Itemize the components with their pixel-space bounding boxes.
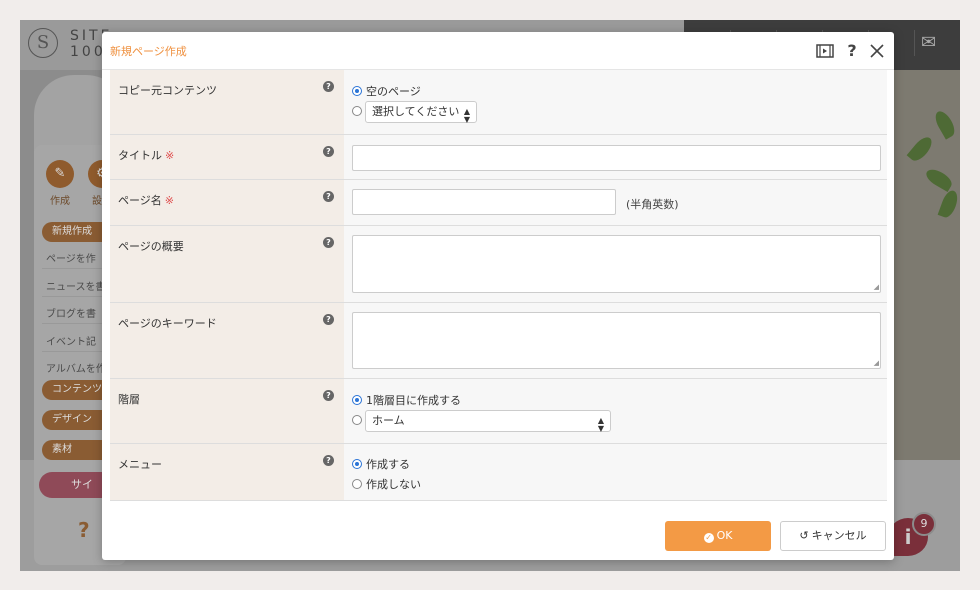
- close-icon[interactable]: [868, 41, 886, 63]
- radio-parent-select[interactable]: [352, 415, 366, 425]
- background-menu-item: アルバムを作: [46, 364, 106, 375]
- row-page-name: ページ名 ※ ? (半角英数): [110, 180, 887, 226]
- question-icon[interactable]: ?: [323, 314, 334, 325]
- background-mail-icon: ✉: [914, 30, 942, 56]
- question-icon[interactable]: ?: [323, 455, 334, 466]
- question-icon[interactable]: ?: [323, 390, 334, 401]
- dialog-title: 新規ページ作成: [110, 45, 187, 58]
- radio-unselected-icon[interactable]: [352, 415, 362, 425]
- radio-selected-icon[interactable]: [352, 86, 362, 96]
- page-name-hint: (半角英数): [626, 198, 679, 211]
- cancel-button[interactable]: ↺ キャンセル: [780, 521, 886, 551]
- background-plant-image: [892, 70, 960, 480]
- row-menu: メニュー ? 作成する 作成しない: [110, 444, 887, 501]
- background-menu-item: ニュースを書: [46, 282, 106, 293]
- resize-grip-icon[interactable]: ◢: [874, 360, 879, 367]
- radio-unselected-icon[interactable]: [352, 479, 362, 489]
- summary-label: ページの概要: [118, 240, 184, 253]
- radio-copy-select[interactable]: [352, 106, 366, 116]
- row-summary: ページの概要 ? ◢: [110, 226, 887, 303]
- parent-page-select[interactable]: ホーム ▲ ▼: [365, 410, 611, 433]
- new-page-dialog: 新規ページ作成 ? コピー元コンテンツ ? 空のページ 選択してください ▲ ▼…: [102, 32, 894, 560]
- menu-label: メニュー: [118, 458, 162, 471]
- row-title: タイトル ※ ?: [110, 135, 887, 180]
- undo-icon: ↺: [799, 529, 809, 542]
- question-icon[interactable]: ?: [323, 146, 334, 157]
- page-name-input[interactable]: [352, 189, 616, 215]
- question-icon[interactable]: ?: [323, 81, 334, 92]
- help-icon[interactable]: ?: [844, 41, 860, 61]
- title-input[interactable]: [352, 145, 881, 171]
- ok-button[interactable]: ✓ OK: [665, 521, 771, 551]
- row-keywords: ページのキーワード ? ◢: [110, 303, 887, 379]
- row-copy-source: コピー元コンテンツ ? 空のページ 選択してください ▲ ▼: [110, 70, 887, 135]
- summary-textarea[interactable]: ◢: [352, 235, 881, 293]
- radio-selected-icon[interactable]: [352, 459, 362, 469]
- background-help-icon: ?: [78, 518, 90, 542]
- hierarchy-label: 階層: [118, 393, 140, 406]
- background-tool-label: 作成: [50, 196, 70, 207]
- required-mark: ※: [165, 149, 175, 162]
- background-pen-icon: ✎: [46, 160, 74, 188]
- question-icon[interactable]: ?: [323, 237, 334, 248]
- dialog-footer: ✓ OK ↺ キャンセル: [102, 512, 894, 560]
- copy-source-select[interactable]: 選択してください ▲ ▼: [365, 101, 477, 124]
- radio-no-menu[interactable]: 作成しない: [352, 476, 421, 492]
- background-tool-label: 設: [92, 196, 102, 207]
- radio-blank-page[interactable]: 空のページ: [352, 83, 421, 99]
- row-hierarchy: 階層 ? 1階層目に作成する ホーム ▲ ▼: [110, 379, 887, 444]
- radio-selected-icon[interactable]: [352, 395, 362, 405]
- copy-source-label: コピー元コンテンツ: [118, 84, 217, 97]
- keywords-label: ページのキーワード: [118, 317, 217, 330]
- check-circle-icon: ✓: [703, 533, 714, 543]
- background-menu-item: イベント記: [46, 337, 96, 348]
- film-icon[interactable]: [816, 41, 834, 63]
- keywords-textarea[interactable]: ◢: [352, 312, 881, 369]
- background-info-badge: 9: [912, 512, 936, 536]
- title-label: タイトル: [118, 149, 162, 162]
- resize-grip-icon[interactable]: ◢: [874, 284, 879, 291]
- question-icon[interactable]: ?: [323, 191, 334, 202]
- dialog-header: 新規ページ作成 ?: [102, 32, 894, 70]
- background-menu-item: ブログを書: [46, 309, 96, 320]
- radio-create-menu[interactable]: 作成する: [352, 456, 410, 472]
- background-menu-item: ページを作: [46, 254, 96, 265]
- required-mark: ※: [164, 194, 174, 207]
- radio-first-level[interactable]: 1階層目に作成する: [352, 392, 461, 408]
- page-name-label: ページ名: [118, 194, 162, 207]
- radio-unselected-icon[interactable]: [352, 106, 362, 116]
